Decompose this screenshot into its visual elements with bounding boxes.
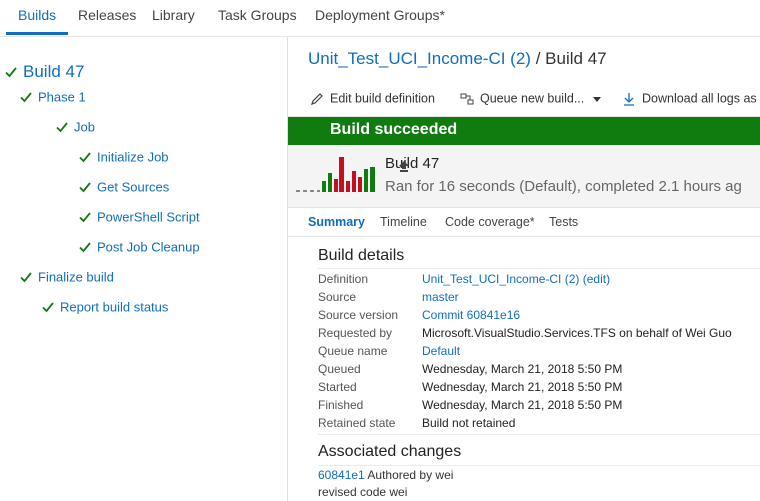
definition-link[interactable]: Unit_Test_UCI_Income-CI (2) (edit) [422,272,610,286]
tree-item-label: Build 47 [23,62,85,81]
download-logs-button[interactable]: Download all logs as z [622,91,760,106]
edit-definition-link[interactable]: (edit) [579,272,610,286]
build-description: Ran for 16 seconds (Default), completed … [385,178,742,195]
tab-timeline[interactable]: Timeline [380,215,427,229]
tree-item-initialize-job[interactable]: Initialize Job [79,148,169,166]
check-icon [20,272,32,283]
started-time: Wednesday, March 21, 2018 5:50 PM [422,380,623,394]
tab-releases[interactable]: Releases [78,7,136,23]
tab-library[interactable]: Library [152,7,195,23]
change-author: Authored by wei [364,468,454,482]
detail-row-source: Source master [318,288,760,306]
tree-item-build[interactable]: Build 47 [5,62,84,82]
retain-build-icon[interactable] [399,161,409,172]
tab-task-groups[interactable]: Task Groups [218,7,297,23]
tree-item-job[interactable]: Job [56,118,95,136]
top-navigation: Builds Releases Library Task Groups Depl… [0,0,760,37]
tree-item-label: Phase 1 [38,89,86,105]
tree-item-label: Job [74,119,95,135]
detail-row-retained-state: Retained state Build not retained [318,414,760,432]
detail-row-queue-name: Queue name Default [318,342,760,360]
check-icon [79,152,91,163]
detail-row-source-version: Source version Commit 60841e16 [318,306,760,324]
breadcrumb-current: Build 47 [545,49,607,68]
change-commit-link[interactable]: 60841e1 [318,468,365,482]
tree-item-label: Report build status [60,299,169,315]
build-name: Build 47 [385,155,440,172]
tree-item-label: Initialize Job [97,149,169,165]
queued-time: Wednesday, March 21, 2018 5:50 PM [422,362,623,376]
detail-key: Requested by [318,326,393,340]
queue-new-build-button[interactable]: Queue new build... [460,91,584,106]
queue-link[interactable]: Default [422,344,460,358]
build-status-banner: Build succeeded [288,117,760,145]
tree-item-post-job-cleanup[interactable]: Post Job Cleanup [79,238,200,256]
detail-key: Definition [318,272,369,286]
detail-key: Finished [318,398,364,412]
tab-tests[interactable]: Tests [549,215,578,229]
tab-code-coverage[interactable]: Code coverage* [445,215,535,229]
check-icon [20,92,32,103]
section-divider [318,268,760,269]
edit-definition-button[interactable]: Edit build definition [310,91,435,106]
check-icon [56,122,68,133]
commit-link[interactable]: Commit 60841e16 [422,308,520,322]
build-summary-pane: Unit_Test_UCI_Income-CI (2) / Build 47 E… [288,37,760,501]
check-icon [79,242,91,253]
tree-item-label: Post Job Cleanup [97,239,200,255]
tree-item-label: PowerShell Script [97,209,200,225]
detail-key: Source [318,290,357,304]
detail-key: Queue name [318,344,388,358]
active-tab-indicator [6,32,68,35]
source-branch-link[interactable]: master [422,290,459,304]
section-divider [318,434,760,435]
queue-build-icon [460,93,474,105]
tree-item-report-build-status[interactable]: Report build status [42,298,168,316]
detail-key: Retained state [318,416,396,430]
check-icon [79,182,91,193]
tree-item-finalize-build[interactable]: Finalize build [20,268,114,286]
section-divider [318,465,760,466]
change-item: 60841e1 Authored by wei [318,468,453,482]
tree-item-label: Finalize build [38,269,114,285]
tree-item-powershell-script[interactable]: PowerShell Script [79,208,200,226]
associated-changes-title: Associated changes [318,443,462,460]
pencil-icon [311,92,323,105]
breadcrumb-definition-link[interactable]: Unit_Test_UCI_Income-CI (2) [308,49,531,68]
tree-item-get-sources[interactable]: Get Sources [79,178,169,196]
tree-item-label: Get Sources [97,179,170,195]
retained-state-value: Build not retained [422,416,516,430]
detail-row-finished: Finished Wednesday, March 21, 2018 5:50 … [318,396,760,414]
tab-summary[interactable]: Summary [308,215,365,229]
detail-row-definition: Definition Unit_Test_UCI_Income-CI (2) (… [318,270,760,288]
build-details-title: Build details [318,247,405,264]
detail-row-requested-by: Requested by Microsoft.VisualStudio.Serv… [318,324,760,342]
download-icon [624,92,634,106]
check-icon [79,212,91,223]
build-steps-tree: Build 47 Phase 1 Job Initialize Job Get … [0,37,288,501]
build-history-chart[interactable] [296,151,376,199]
tree-item-phase[interactable]: Phase 1 [20,88,86,106]
tab-deployment-groups[interactable]: Deployment Groups* [315,7,445,23]
detail-row-queued: Queued Wednesday, March 21, 2018 5:50 PM [318,360,760,378]
summary-tabs: Summary Timeline Code coverage* Tests [288,208,760,237]
breadcrumb: Unit_Test_UCI_Income-CI (2) / Build 47 [308,49,607,69]
check-icon [42,302,54,313]
breadcrumb-separator: / [535,49,541,68]
change-message: revised code wei [318,485,408,499]
build-status-text: Build succeeded [330,121,458,138]
chevron-down-icon[interactable] [593,97,601,102]
detail-key: Started [318,380,357,394]
build-summary-header: Build 47 Ran for 16 seconds (Default), c… [288,145,760,208]
toolbar: Edit build definition Queue new build...… [288,82,760,117]
detail-row-started: Started Wednesday, March 21, 2018 5:50 P… [318,378,760,396]
requested-by-value: Microsoft.VisualStudio.Services.TFS on b… [422,326,732,340]
detail-key: Source version [318,308,399,322]
detail-key: Queued [318,362,361,376]
tab-builds[interactable]: Builds [18,7,56,23]
check-icon [5,67,17,78]
finished-time: Wednesday, March 21, 2018 5:50 PM [422,398,623,412]
